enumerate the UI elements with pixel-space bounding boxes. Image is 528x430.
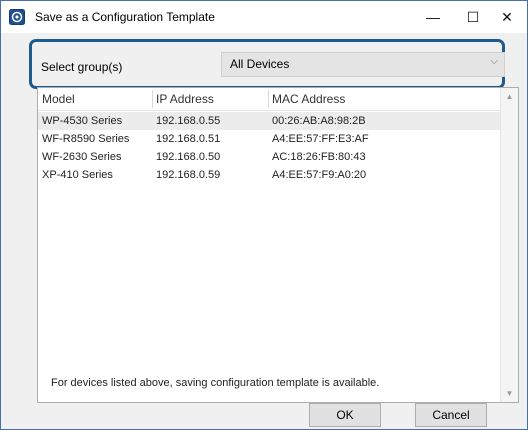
cell-ip: 192.168.0.59 [156,169,221,181]
column-header-model[interactable]: Model [42,92,75,106]
chevron-down-icon: ⌵ [490,56,498,67]
cell-model: WF-R8590 Series [42,133,130,145]
group-select-value: All Devices [230,57,290,71]
minimize-icon[interactable]: — [413,1,453,33]
window-title: Save as a Configuration Template [35,10,215,24]
table-row[interactable]: WF-R8590 Series 192.168.0.51 A4:EE:57:FF… [38,130,500,148]
table-row[interactable]: WP-4530 Series 192.168.0.55 00:26:AB:A8:… [38,112,500,130]
cell-mac: 00:26:AB:A8:98:2B [272,115,366,127]
dialog-body: Select group(s) All Devices ⌵ Model IP A… [1,33,527,429]
column-divider[interactable] [268,90,269,108]
cell-model: WF-2630 Series [42,151,122,163]
printer-app-icon [9,9,25,25]
cell-ip: 192.168.0.55 [156,115,221,127]
title-bar[interactable]: Save as a Configuration Template — ☐ ✕ [1,1,527,33]
info-text: For devices listed above, saving configu… [51,377,380,389]
cancel-button[interactable]: Cancel [415,403,487,427]
cell-model: WP-4530 Series [42,115,123,127]
column-header-mac-address[interactable]: MAC Address [272,92,345,106]
cell-mac: A4:EE:57:F9:A0:20 [272,169,367,181]
table-row[interactable]: WF-2630 Series 192.168.0.50 AC:18:26:FB:… [38,148,500,166]
column-header-ip-address[interactable]: IP Address [156,92,214,106]
cell-ip: 192.168.0.50 [156,151,221,163]
device-list-header: Model IP Address MAC Address [38,88,501,111]
dialog-window: Save as a Configuration Template — ☐ ✕ S… [0,0,528,430]
ok-button[interactable]: OK [309,403,381,427]
cell-mac: A4:EE:57:FF:E3:AF [272,133,369,145]
scroll-up-arrow-icon[interactable]: ▲ [501,88,518,105]
close-icon[interactable]: ✕ [487,1,527,33]
table-row[interactable]: XP-410 Series 192.168.0.59 A4:EE:57:F9:A… [38,166,500,184]
scroll-down-arrow-icon[interactable]: ▼ [501,385,518,402]
group-filter-label: Select group(s) [41,60,123,74]
device-list[interactable]: Model IP Address MAC Address WP-4530 Ser… [37,87,519,403]
column-divider[interactable] [152,90,153,108]
group-select-dropdown[interactable]: All Devices ⌵ [221,52,505,77]
cell-model: XP-410 Series [42,169,113,181]
cell-mac: AC:18:26:FB:80:43 [272,151,366,163]
vertical-scrollbar[interactable]: ▲ ▼ [500,88,518,402]
cell-ip: 192.168.0.51 [156,133,221,145]
